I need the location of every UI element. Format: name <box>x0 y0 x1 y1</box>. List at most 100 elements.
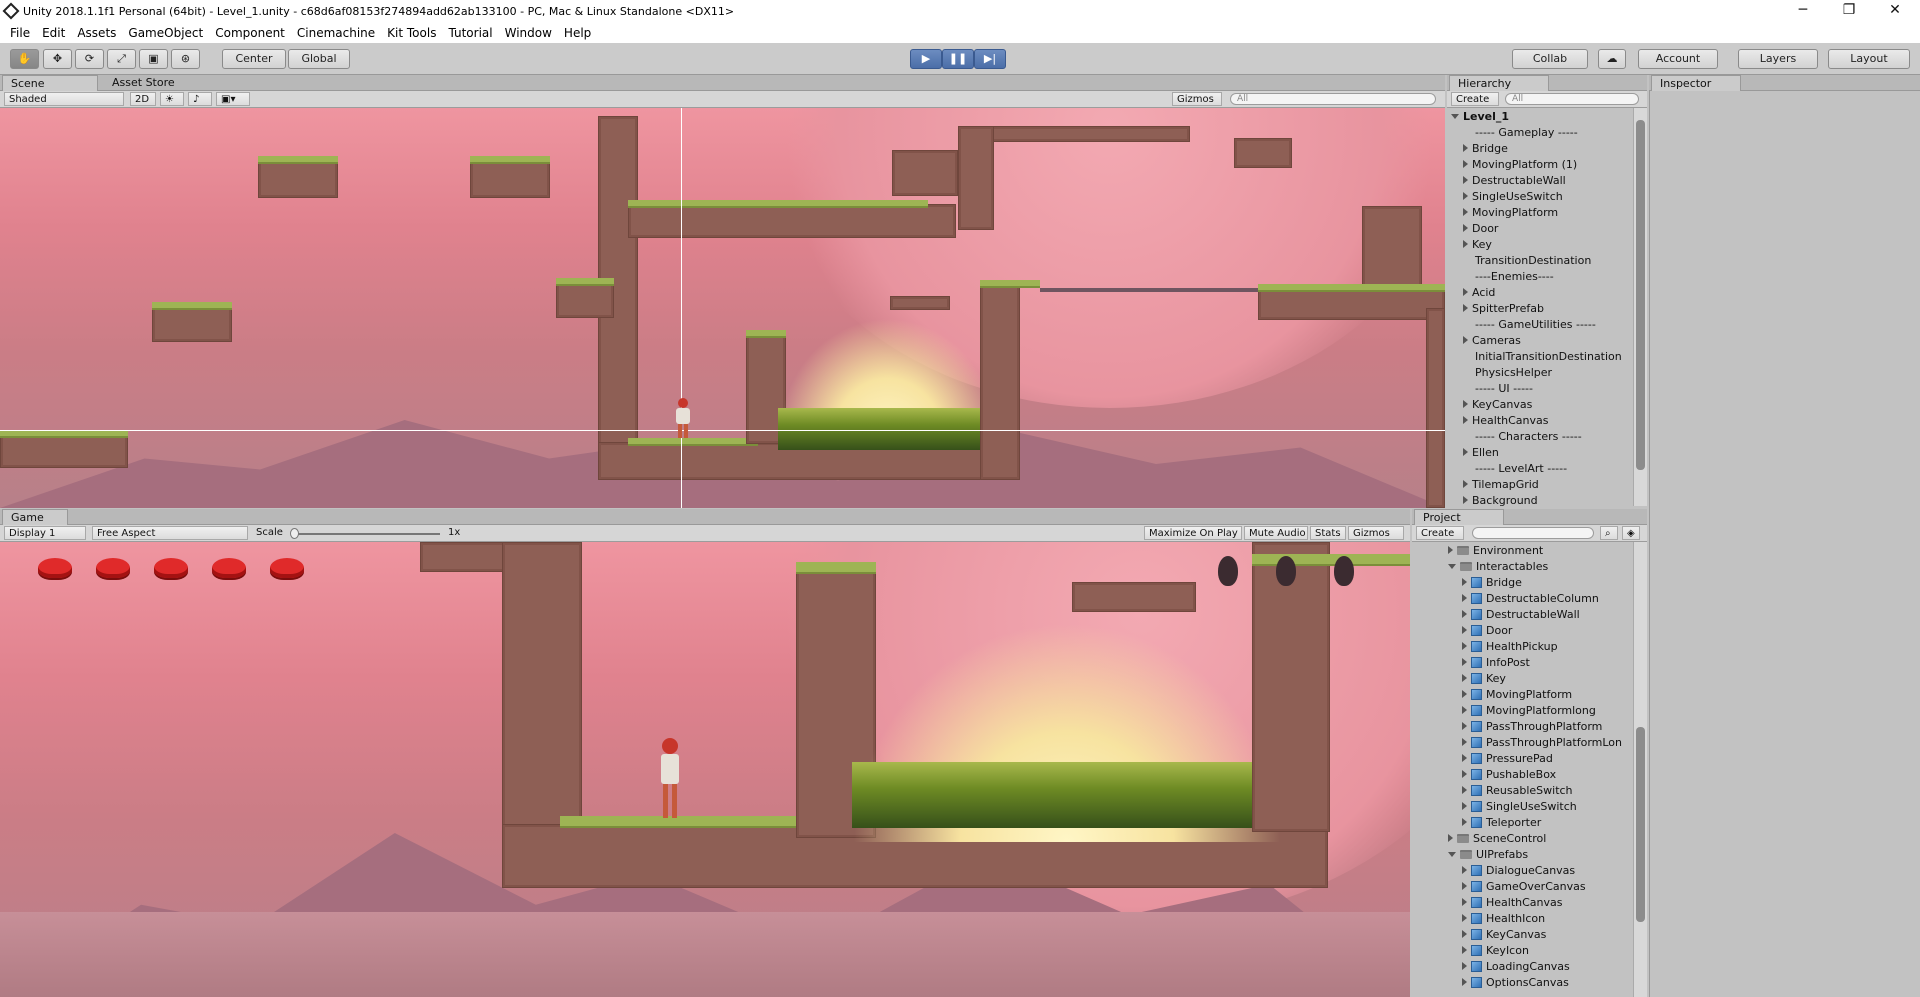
scale-tool-icon[interactable]: ⤢ <box>107 49 136 69</box>
lighting-toggle-icon[interactable]: ☀ <box>160 92 184 106</box>
move-tool-icon[interactable]: ✥ <box>43 49 72 69</box>
expand-arrow-icon[interactable] <box>1463 160 1468 168</box>
expand-arrow-icon[interactable] <box>1462 978 1467 986</box>
menu-file[interactable]: File <box>4 26 36 40</box>
hierarchy-item[interactable]: ----- Characters ----- <box>1475 430 1582 443</box>
expand-arrow-icon[interactable] <box>1462 802 1467 810</box>
scene-search-input[interactable]: All <box>1230 93 1436 105</box>
game-view[interactable] <box>0 542 1410 997</box>
hierarchy-item[interactable]: ----Enemies---- <box>1475 270 1554 283</box>
hierarchy-item[interactable]: HealthCanvas <box>1463 414 1549 427</box>
expand-arrow-icon[interactable] <box>1463 416 1468 424</box>
project-prefab-item[interactable]: MovingPlatform <box>1462 688 1572 701</box>
cloud-icon[interactable]: ☁ <box>1598 49 1626 69</box>
filter-label-icon[interactable]: ◈ <box>1622 526 1640 540</box>
project-prefab-item[interactable]: SingleUseSwitch <box>1462 800 1577 813</box>
expand-arrow-icon[interactable] <box>1462 578 1467 586</box>
expand-arrow-icon[interactable] <box>1462 866 1467 874</box>
project-prefab-item[interactable]: Door <box>1462 624 1512 637</box>
expand-arrow-icon[interactable] <box>1462 674 1467 682</box>
hierarchy-item[interactable]: MovingPlatform <box>1463 206 1558 219</box>
project-folder-item[interactable]: Environment <box>1448 544 1543 557</box>
expand-arrow-icon[interactable] <box>1463 192 1468 200</box>
project-folder-item[interactable]: SceneControl <box>1448 832 1546 845</box>
menu-tutorial[interactable]: Tutorial <box>442 26 498 40</box>
project-folder-item[interactable]: Interactables <box>1448 560 1548 573</box>
hierarchy-item[interactable]: DestructableWall <box>1463 174 1566 187</box>
tab-hierarchy[interactable]: Hierarchy <box>1449 75 1549 91</box>
expand-arrow-icon[interactable] <box>1463 336 1468 344</box>
project-prefab-item[interactable]: DestructableColumn <box>1462 592 1599 605</box>
project-prefab-item[interactable]: MovingPlatformlong <box>1462 704 1596 717</box>
tab-inspector[interactable]: Inspector <box>1651 75 1741 91</box>
tab-scene[interactable]: Scene <box>2 75 98 91</box>
hierarchy-item[interactable]: MovingPlatform (1) <box>1463 158 1577 171</box>
project-scroll-thumb[interactable] <box>1636 727 1645 922</box>
tab-game[interactable]: Game <box>2 509 68 525</box>
expand-arrow-icon[interactable] <box>1448 834 1453 842</box>
project-prefab-item[interactable]: InfoPost <box>1462 656 1530 669</box>
expand-arrow-icon[interactable] <box>1462 882 1467 890</box>
game-player-character[interactable] <box>656 738 686 820</box>
account-dropdown[interactable]: Account <box>1638 49 1718 69</box>
project-create-dropdown[interactable]: Create <box>1416 526 1464 540</box>
expand-arrow-icon[interactable] <box>1462 946 1467 954</box>
tab-asset-store[interactable]: Asset Store <box>104 75 204 91</box>
expand-arrow-icon[interactable] <box>1462 626 1467 634</box>
project-prefab-item[interactable]: OptionsCanvas <box>1462 976 1569 989</box>
maximize-button[interactable]: ❐ <box>1826 0 1872 22</box>
hierarchy-item[interactable]: ----- GameUtilities ----- <box>1475 318 1596 331</box>
project-prefab-item[interactable]: Key <box>1462 672 1506 685</box>
hierarchy-item[interactable]: SpitterPrefab <box>1463 302 1544 315</box>
expand-arrow-icon[interactable] <box>1463 304 1468 312</box>
project-prefab-item[interactable]: PassThroughPlatform <box>1462 720 1602 733</box>
expand-arrow-icon[interactable] <box>1463 144 1468 152</box>
hierarchy-item[interactable]: Background <box>1463 494 1538 506</box>
project-prefab-item[interactable]: PushableBox <box>1462 768 1556 781</box>
scene-player-character[interactable] <box>672 398 694 438</box>
layout-dropdown[interactable]: Layout <box>1828 49 1910 69</box>
hierarchy-item[interactable]: InitialTransitionDestination <box>1475 350 1622 363</box>
scene-root-item[interactable]: Level_1 <box>1451 110 1509 123</box>
hierarchy-scrollbar[interactable] <box>1633 108 1647 506</box>
menu-component[interactable]: Component <box>209 26 291 40</box>
project-prefab-item[interactable]: HealthPickup <box>1462 640 1558 653</box>
expand-arrow-icon[interactable] <box>1448 852 1456 857</box>
project-prefab-item[interactable]: KeyIcon <box>1462 944 1529 957</box>
rect-tool-icon[interactable]: ▣ <box>139 49 168 69</box>
stats-toggle[interactable]: Stats <box>1310 526 1346 540</box>
hierarchy-item[interactable]: TilemapGrid <box>1463 478 1539 491</box>
hierarchy-item[interactable]: PhysicsHelper <box>1475 366 1552 379</box>
expand-arrow-icon[interactable] <box>1448 546 1453 554</box>
hierarchy-scroll-thumb[interactable] <box>1636 120 1645 470</box>
project-prefab-item[interactable]: GameOverCanvas <box>1462 880 1586 893</box>
project-prefab-item[interactable]: PressurePad <box>1462 752 1553 765</box>
expand-arrow-icon[interactable] <box>1462 738 1467 746</box>
display-dropdown[interactable]: Display 1 <box>4 526 86 540</box>
aspect-dropdown[interactable]: Free Aspect <box>92 526 248 540</box>
pause-button[interactable]: ❚❚ <box>942 49 974 69</box>
minimize-button[interactable]: ─ <box>1780 0 1826 22</box>
expand-arrow-icon[interactable] <box>1463 176 1468 184</box>
tab-project[interactable]: Project <box>1414 509 1504 525</box>
expand-arrow-icon[interactable] <box>1462 722 1467 730</box>
hierarchy-item[interactable]: ----- LevelArt ----- <box>1475 462 1567 475</box>
hierarchy-search-input[interactable]: All <box>1505 93 1639 105</box>
menu-kit-tools[interactable]: Kit Tools <box>381 26 442 40</box>
rotate-tool-icon[interactable]: ⟳ <box>75 49 104 69</box>
hierarchy-create-dropdown[interactable]: Create <box>1451 92 1499 106</box>
hierarchy-item[interactable]: SingleUseSwitch <box>1463 190 1563 203</box>
expand-arrow-icon[interactable] <box>1462 898 1467 906</box>
expand-arrow-icon[interactable] <box>1462 818 1467 826</box>
effects-dropdown-icon[interactable]: ▣▾ <box>216 92 250 106</box>
expand-arrow-icon[interactable] <box>1463 208 1468 216</box>
expand-arrow-icon[interactable] <box>1448 564 1456 569</box>
project-search-input[interactable] <box>1472 527 1594 539</box>
expand-arrow-icon[interactable] <box>1462 930 1467 938</box>
hierarchy-item[interactable]: Cameras <box>1463 334 1521 347</box>
hierarchy-item[interactable]: ----- Gameplay ----- <box>1475 126 1578 139</box>
expand-arrow-icon[interactable] <box>1463 448 1468 456</box>
menu-gameobject[interactable]: GameObject <box>122 26 209 40</box>
expand-arrow-icon[interactable] <box>1463 480 1468 488</box>
expand-arrow-icon[interactable] <box>1462 658 1467 666</box>
